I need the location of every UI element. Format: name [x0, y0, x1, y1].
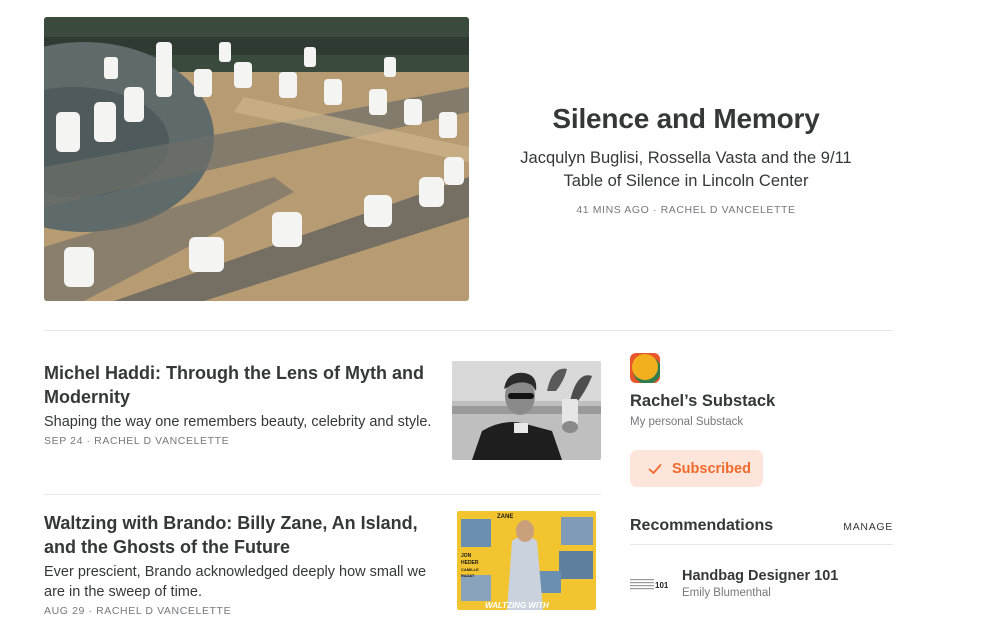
dancers-plaza-photo: [44, 17, 469, 301]
poster-text-cast: HEDER: [461, 560, 479, 566]
featured-post-subtitle: Jacqulyn Buglisi, Rossella Vasta and the…: [520, 148, 852, 190]
post-meta: SEP 24 · RACHEL D VANCELETTE: [44, 435, 230, 447]
subscribed-button[interactable]: Subscribed: [630, 450, 763, 487]
publication-name[interactable]: Rachel’s Substack: [630, 392, 893, 411]
post-thumbnail[interactable]: ZANE JON HEDER CAMILLE RAZAT WALTZING WI…: [457, 511, 596, 610]
divider: [44, 494, 601, 495]
divider: [44, 330, 893, 331]
featured-post-title[interactable]: Silence and Memory: [552, 103, 819, 135]
recommendation-name[interactable]: Handbag Designer 101: [682, 568, 838, 584]
publication-description: My personal Substack: [630, 416, 744, 428]
post-item[interactable]: Michel Haddi: Through the Lens of Myth a…: [44, 361, 601, 460]
poster-text-top: ZANE: [497, 514, 513, 520]
recommendations-header: Recommendations MANAGE: [630, 517, 893, 545]
recommendation-logo-text: 101: [655, 581, 668, 590]
poster-text-title: WALTZING WITH: [485, 601, 549, 610]
featured-post-text: Silence and Memory Jacqulyn Buglisi, Ros…: [469, 17, 893, 301]
poster-text-cast: JON: [461, 553, 472, 559]
post-body: Michel Haddi: Through the Lens of Myth a…: [44, 361, 434, 460]
post-subtitle: Ever prescient, Brando acknowledged deep…: [44, 564, 427, 600]
subscribed-button-label: Subscribed: [672, 460, 751, 477]
manage-link[interactable]: MANAGE: [843, 521, 893, 535]
recommendation-author: Emily Blumenthal: [682, 587, 771, 599]
publication-logo[interactable]: [630, 353, 660, 383]
featured-post[interactable]: Silence and Memory Jacqulyn Buglisi, Ros…: [44, 17, 893, 301]
post-body: Waltzing with Brando: Billy Zane, An Isl…: [44, 511, 434, 617]
post-title[interactable]: Waltzing with Brando: Billy Zane, An Isl…: [44, 511, 434, 559]
checkmark-icon: [648, 463, 662, 474]
recommendation-item[interactable]: 101 Handbag Designer 101 Emily Blumentha…: [630, 568, 893, 599]
poster-text-cast: RAZAT: [461, 573, 475, 578]
featured-post-meta: 41 MINS AGO · RACHEL D VANCELETTE: [576, 203, 796, 216]
post-meta: AUG 29 · RACHEL D VANCELETTE: [44, 605, 232, 617]
movie-poster-image: ZANE JON HEDER CAMILLE RAZAT WALTZING WI…: [457, 511, 596, 610]
post-subtitle: Shaping the way one remembers beauty, ce…: [44, 414, 432, 430]
bw-portrait-photo: [452, 361, 601, 460]
recommendation-text: Handbag Designer 101 Emily Blumenthal: [682, 568, 838, 599]
poster-text-cast: CAMILLE: [461, 567, 479, 572]
featured-post-image[interactable]: [44, 17, 469, 301]
recommendations-title: Recommendations: [630, 517, 774, 534]
post-thumbnail[interactable]: [452, 361, 601, 460]
post-title[interactable]: Michel Haddi: Through the Lens of Myth a…: [44, 361, 434, 409]
publication-sidebar: Rachel’s Substack My personal Substack S…: [630, 353, 893, 599]
publication-logo-icon: [630, 353, 660, 383]
post-item[interactable]: Waltzing with Brando: Billy Zane, An Isl…: [44, 511, 601, 617]
handbag-designer-logo-icon: 101: [630, 578, 668, 590]
